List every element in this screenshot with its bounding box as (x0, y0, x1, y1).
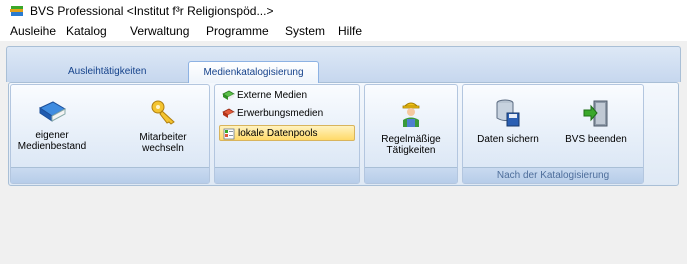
group-caption-nach-katalogisierung: Nach der Katalogisierung (463, 167, 643, 183)
mitarbeiter-label-1: Mitarbeiter (139, 132, 187, 143)
menu-hilfe[interactable]: Hilfe (338, 24, 362, 38)
group-caption-empty (11, 167, 209, 183)
mitarbeiter-label-2: wechseln (142, 143, 184, 154)
erwerbungsmedien-button[interactable]: Erwerbungsmedien (219, 106, 355, 122)
database-list-icon (223, 128, 235, 140)
blue-book-icon (38, 101, 67, 122)
content-area (0, 196, 687, 264)
menu-system[interactable]: System (285, 24, 325, 38)
group-caption-empty-3 (365, 167, 457, 183)
tab-medienkatalogisierung[interactable]: Medienkatalogisierung (188, 61, 319, 83)
menu-katalog[interactable]: Katalog (66, 24, 107, 38)
bvs-beenden-button[interactable]: BVS beenden (556, 98, 636, 145)
menu-ausleihe[interactable]: Ausleihe (10, 24, 56, 38)
menu-verwaltung[interactable]: Verwaltung (130, 24, 189, 38)
regelmaessige-taetigkeiten-button[interactable]: Regelmäßige Tätigkeiten (370, 98, 452, 156)
daten-sichern-button[interactable]: Daten sichern (468, 98, 548, 145)
red-book-icon (222, 108, 235, 118)
erwerbungsmedien-label: Erwerbungsmedien (237, 108, 324, 119)
mitarbeiter-wechseln-button[interactable]: Mitarbeiter wechseln (128, 98, 198, 154)
regel-label-1: Regelmäßige (381, 134, 441, 145)
externe-medien-label: Externe Medien (237, 90, 308, 101)
daten-sichern-label: Daten sichern (477, 134, 539, 145)
externe-medien-button[interactable]: Externe Medien (219, 88, 355, 104)
exit-door-icon (583, 100, 608, 127)
menu-programme[interactable]: Programme (206, 24, 269, 38)
green-book-icon (222, 90, 235, 100)
eigener-label-1: eigener (35, 130, 69, 141)
regel-label-2: Tätigkeiten (386, 145, 436, 156)
window-title: BVS Professional <Institut f³r Religions… (30, 4, 274, 18)
title-bar: BVS Professional <Institut f³r Religions… (0, 0, 687, 22)
lokale-datenpools-label: lokale Datenpools (238, 128, 318, 139)
database-save-icon (496, 99, 520, 127)
book-stack-icon (10, 6, 23, 16)
eigener-medienbestand-button[interactable]: eigener Medienbestand (17, 100, 87, 152)
group-caption-empty-2 (215, 167, 359, 183)
eigener-label-2: Medienbestand (17, 141, 87, 152)
tab-ausleihtaetigkeiten[interactable]: Ausleihtätigkeiten (68, 66, 146, 77)
lokale-datenpools-button[interactable]: lokale Datenpools (219, 125, 355, 141)
worker-icon (402, 102, 420, 127)
menu-bar: Ausleihe Katalog Verwaltung Programme Sy… (0, 22, 687, 41)
keys-icon (151, 100, 175, 125)
bvs-beenden-label: BVS beenden (565, 134, 627, 145)
